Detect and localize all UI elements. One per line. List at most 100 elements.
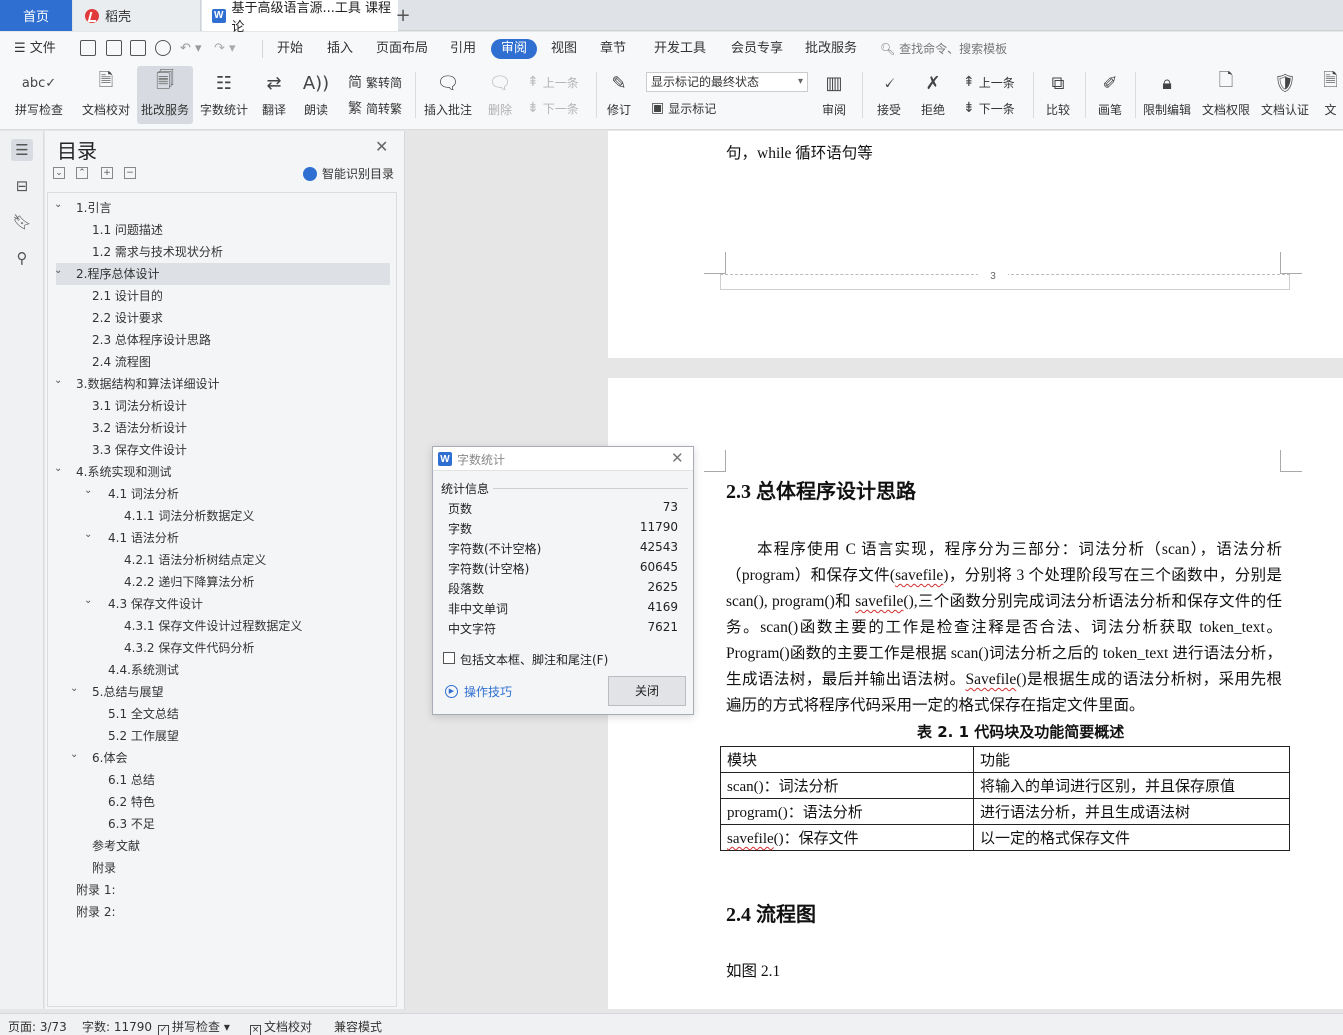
toc-item[interactable]: 1.2 需求与技术现状分析 <box>48 241 392 263</box>
toc-item[interactable]: 参考文献 <box>48 835 392 857</box>
toc-item[interactable]: 5.1 全文总结 <box>48 703 392 725</box>
toc-item[interactable]: 附录 1: <box>48 879 392 901</box>
reject-button[interactable]: ✗ 拒绝 <box>914 66 952 124</box>
word-count-button[interactable]: ☷ 字数统计 <box>196 66 252 124</box>
toc-item[interactable]: 3.1 词法分析设计 <box>48 395 392 417</box>
next-comment-button[interactable]: ⇟ 下一条 <box>527 98 579 118</box>
menu-chapter[interactable]: 章节 <box>600 39 626 59</box>
chevron-down-icon[interactable]: ⌄ <box>84 590 92 612</box>
toc-item[interactable]: 2.1 设计目的 <box>48 285 392 307</box>
toc-item[interactable]: 2.4 流程图 <box>48 351 392 373</box>
dialog-close-icon[interactable]: ✕ <box>671 449 684 467</box>
menu-dev-tools[interactable]: 开发工具 <box>654 39 706 59</box>
markup-state-select[interactable]: 显示标记的最终状态 <box>646 72 808 92</box>
show-markup-button[interactable]: ▣ 显示标记 <box>651 98 716 118</box>
toc-item[interactable]: ⌄ 4.系统实现和测试 <box>48 461 392 483</box>
toc-item[interactable]: 4.1.1 词法分析数据定义 <box>48 505 392 527</box>
compare-button[interactable]: ⧉ 比较 <box>1038 66 1078 124</box>
print-icon[interactable] <box>130 40 146 56</box>
next-change-button[interactable]: ⇟ 下一条 <box>963 98 1015 118</box>
translate-button[interactable]: ⇄ 翻译 <box>254 66 294 124</box>
accept-button[interactable]: 🗸 接受 <box>870 66 908 124</box>
chevron-down-icon[interactable]: ⌄ <box>54 458 62 480</box>
toc-item[interactable]: 附录 2: <box>48 901 392 923</box>
chevron-down-icon[interactable]: ⌄ <box>70 744 78 766</box>
status-word-count[interactable]: 字数: 11790 <box>82 1018 152 1035</box>
menu-insert[interactable]: 插入 <box>327 39 353 59</box>
save-icon[interactable] <box>80 40 96 56</box>
tab-docer[interactable]: 稻壳 <box>73 0 201 31</box>
menu-review[interactable]: 审阅 <box>491 39 538 59</box>
document-page[interactable]: 2.3 总体程序设计思路 本程序使用 C 语言实现，程序分为三部分：词法分析（s… <box>608 378 1343 1009</box>
review-pane-button[interactable]: ▥ 审阅 <box>814 66 854 124</box>
toc-item[interactable]: 4.3.2 保存文件代码分析 <box>48 637 392 659</box>
chapter-nav-icon[interactable]: ⊟ <box>11 175 33 197</box>
include-textbox-label[interactable]: 包括文本框、脚注和尾注(F) <box>460 651 608 668</box>
include-textbox-checkbox[interactable] <box>443 652 455 664</box>
menu-view[interactable]: 视图 <box>551 39 577 59</box>
trad-to-simp-button[interactable]: 简繁转简 <box>348 72 402 92</box>
doc-permission-button[interactable]: 🗋 文档权限 <box>1199 66 1253 124</box>
toc-panel-icon[interactable]: ☰ <box>11 139 33 161</box>
toc-collapse-icon[interactable]: ⌄ <box>53 167 65 179</box>
chevron-down-icon[interactable]: ⌄ <box>54 260 62 282</box>
dialog-titlebar[interactable]: W 字数统计 ✕ <box>433 447 693 471</box>
menu-start[interactable]: 开始 <box>277 39 303 59</box>
status-proofread[interactable]: × 文档校对 <box>250 1018 312 1035</box>
toc-item[interactable]: ⌄ 1.引言 <box>48 197 392 219</box>
doc-cert-button[interactable]: 🛡 文档认证 <box>1258 66 1312 124</box>
tab-document[interactable]: W 基于高级语言源...工具 课程论 <box>202 0 398 35</box>
chevron-down-icon[interactable]: ⌄ <box>54 194 62 216</box>
toc-item[interactable]: 6.2 特色 <box>48 791 392 813</box>
toc-expand-icon[interactable]: ⌃ <box>76 167 88 179</box>
toc-remove-icon[interactable]: − <box>124 167 136 179</box>
toc-item[interactable]: 6.1 总结 <box>48 769 392 791</box>
toc-item[interactable]: ⌄ 2.程序总体设计 <box>54 260 390 285</box>
toc-item[interactable]: 3.3 保存文件设计 <box>48 439 392 461</box>
bookmark-icon[interactable]: 🔖︎ <box>11 211 33 233</box>
menu-member[interactable]: 会员专享 <box>731 39 783 59</box>
doc-more-button[interactable]: 🗎 文 <box>1318 66 1343 124</box>
toc-item[interactable]: 4.3.1 保存文件设计过程数据定义 <box>48 615 392 637</box>
prev-change-button[interactable]: ⇞ 上一条 <box>963 72 1015 92</box>
smart-toc-button[interactable]: 智能识别目录 <box>303 165 394 182</box>
toc-close-icon[interactable]: ✕ <box>375 137 388 156</box>
toc-item[interactable]: 附录 <box>48 857 392 879</box>
insert-comment-button[interactable]: 🗨 插入批注 <box>420 66 476 124</box>
proofread-button[interactable]: 🗎 文档校对 <box>76 66 136 124</box>
status-page[interactable]: 页面: 3/73 <box>8 1018 67 1035</box>
toc-item[interactable]: 4.2.1 语法分析树结点定义 <box>48 549 392 571</box>
menu-page-layout[interactable]: 页面布局 <box>376 39 428 59</box>
chevron-down-icon[interactable]: ⌄ <box>84 480 92 502</box>
redo-icon[interactable]: ↷ ▾ <box>214 39 236 59</box>
track-changes-button[interactable]: ✎ 修订 <box>600 66 638 124</box>
export-pdf-icon[interactable] <box>106 40 122 56</box>
chevron-down-icon[interactable]: ⌄ <box>84 524 92 546</box>
toc-item[interactable]: 6.3 不足 <box>48 813 392 835</box>
toc-item[interactable]: 2.2 设计要求 <box>48 307 392 329</box>
toc-item[interactable]: 4.2.2 递归下降算法分析 <box>48 571 392 593</box>
document-page[interactable]: 句，while 循环语句等 3 <box>608 131 1343 358</box>
toc-item[interactable]: ⌄ 4.3 保存文件设计 <box>48 593 392 615</box>
spellcheck-button[interactable]: abc✓ 拼写检查 <box>8 66 70 124</box>
toc-item[interactable]: ⌄ 5.总结与展望 <box>48 681 392 703</box>
print-preview-icon[interactable] <box>155 40 171 56</box>
delete-comment-button[interactable]: 🗨 删除 <box>480 66 520 124</box>
toc-add-icon[interactable]: + <box>101 167 113 179</box>
undo-icon[interactable]: ↶ ▾ <box>180 39 202 59</box>
tips-link[interactable]: ▶ 操作技巧 <box>445 683 512 700</box>
restrict-edit-button[interactable]: 🔒︎ 限制编辑 <box>1140 66 1194 124</box>
toc-item[interactable]: ⌄ 4.1 语法分析 <box>48 527 392 549</box>
command-search[interactable]: 🔍︎ 查找命令、搜索模板 <box>880 39 1007 59</box>
toc-item[interactable]: 4.4.系统测试 <box>48 659 392 681</box>
correction-service-button[interactable]: 🗐 批改服务 <box>137 66 193 124</box>
toc-item[interactable]: ⌄ 3.数据结构和算法详细设计 <box>48 373 392 395</box>
pen-button[interactable]: ✐ 画笔 <box>1092 66 1128 124</box>
chevron-down-icon[interactable]: ⌄ <box>54 370 62 392</box>
menu-correction[interactable]: 批改服务 <box>805 39 857 59</box>
prev-comment-button[interactable]: ⇞ 上一条 <box>527 72 579 92</box>
toc-item[interactable]: 3.2 语法分析设计 <box>48 417 392 439</box>
toc-item[interactable]: 2.3 总体程序设计思路 <box>48 329 392 351</box>
tab-home[interactable]: 首页 <box>0 0 72 31</box>
toc-item[interactable]: 1.1 问题描述 <box>48 219 392 241</box>
